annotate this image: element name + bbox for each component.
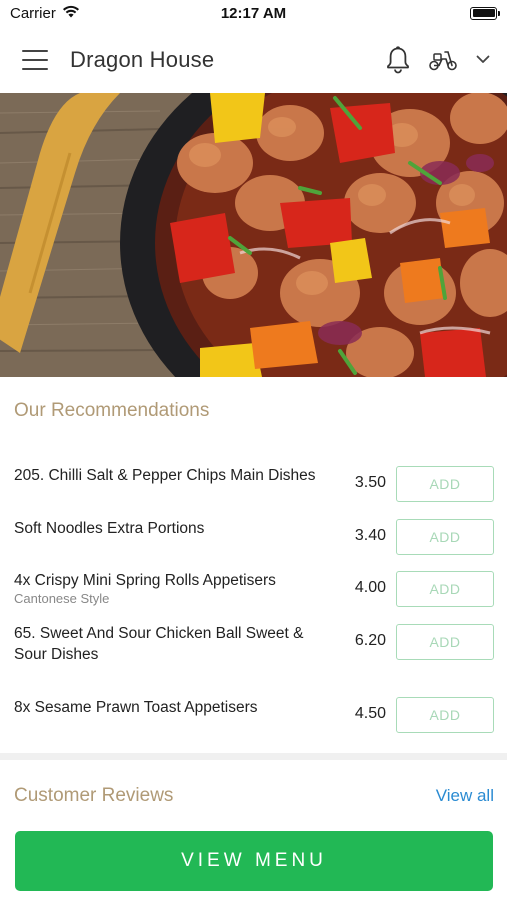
- item-price: 4.00: [354, 579, 386, 596]
- add-button[interactable]: ADD: [396, 519, 494, 555]
- section-divider: [0, 753, 507, 760]
- item-price: 4.50: [354, 705, 386, 722]
- item-name-text: 4x Crispy Mini Spring Rolls Appetisers: [14, 572, 276, 589]
- add-button[interactable]: ADD: [396, 466, 494, 502]
- add-button[interactable]: ADD: [396, 624, 494, 660]
- app-header: Dragon House: [0, 26, 507, 93]
- item-name: Soft Noodles Extra Portions: [14, 520, 205, 537]
- carrier-label: Carrier: [10, 4, 56, 22]
- item-name: 65. Sweet And Sour Chicken Ball Sweet & …: [14, 625, 304, 663]
- item-name: 205. Chilli Salt & Pepper Chips Main Dis…: [14, 467, 316, 484]
- item-price: 3.50: [354, 474, 386, 491]
- battery-icon: [470, 6, 500, 20]
- status-left: Carrier: [10, 5, 80, 22]
- item-subtitle: Cantonese Style: [14, 591, 110, 606]
- view-menu-button[interactable]: VIEW MENU: [15, 831, 493, 891]
- hamburger-menu-icon[interactable]: [22, 49, 48, 70]
- item-name: 4x Crispy Mini Spring Rolls Appetisers C…: [14, 570, 339, 607]
- status-bar: Carrier 12:17 AM: [0, 0, 507, 26]
- recommendations-title: Our Recommendations: [14, 400, 210, 421]
- item-name: 8x Sesame Prawn Toast Appetisers: [14, 699, 258, 716]
- battery-level: [472, 9, 495, 17]
- add-button[interactable]: ADD: [396, 697, 494, 733]
- item-price: 3.40: [354, 527, 386, 544]
- header-actions: [383, 45, 493, 75]
- hero-food-image: [0, 93, 507, 377]
- chevron-down-icon[interactable]: [473, 45, 493, 75]
- page-title: Dragon House: [70, 46, 215, 72]
- bell-icon[interactable]: [383, 45, 413, 75]
- scooter-icon[interactable]: [427, 45, 459, 75]
- wifi-icon: [62, 5, 80, 22]
- item-price: 6.20: [354, 632, 386, 649]
- view-all-link[interactable]: View all: [436, 786, 494, 806]
- add-button[interactable]: ADD: [396, 571, 494, 607]
- reviews-title: Customer Reviews: [14, 785, 174, 806]
